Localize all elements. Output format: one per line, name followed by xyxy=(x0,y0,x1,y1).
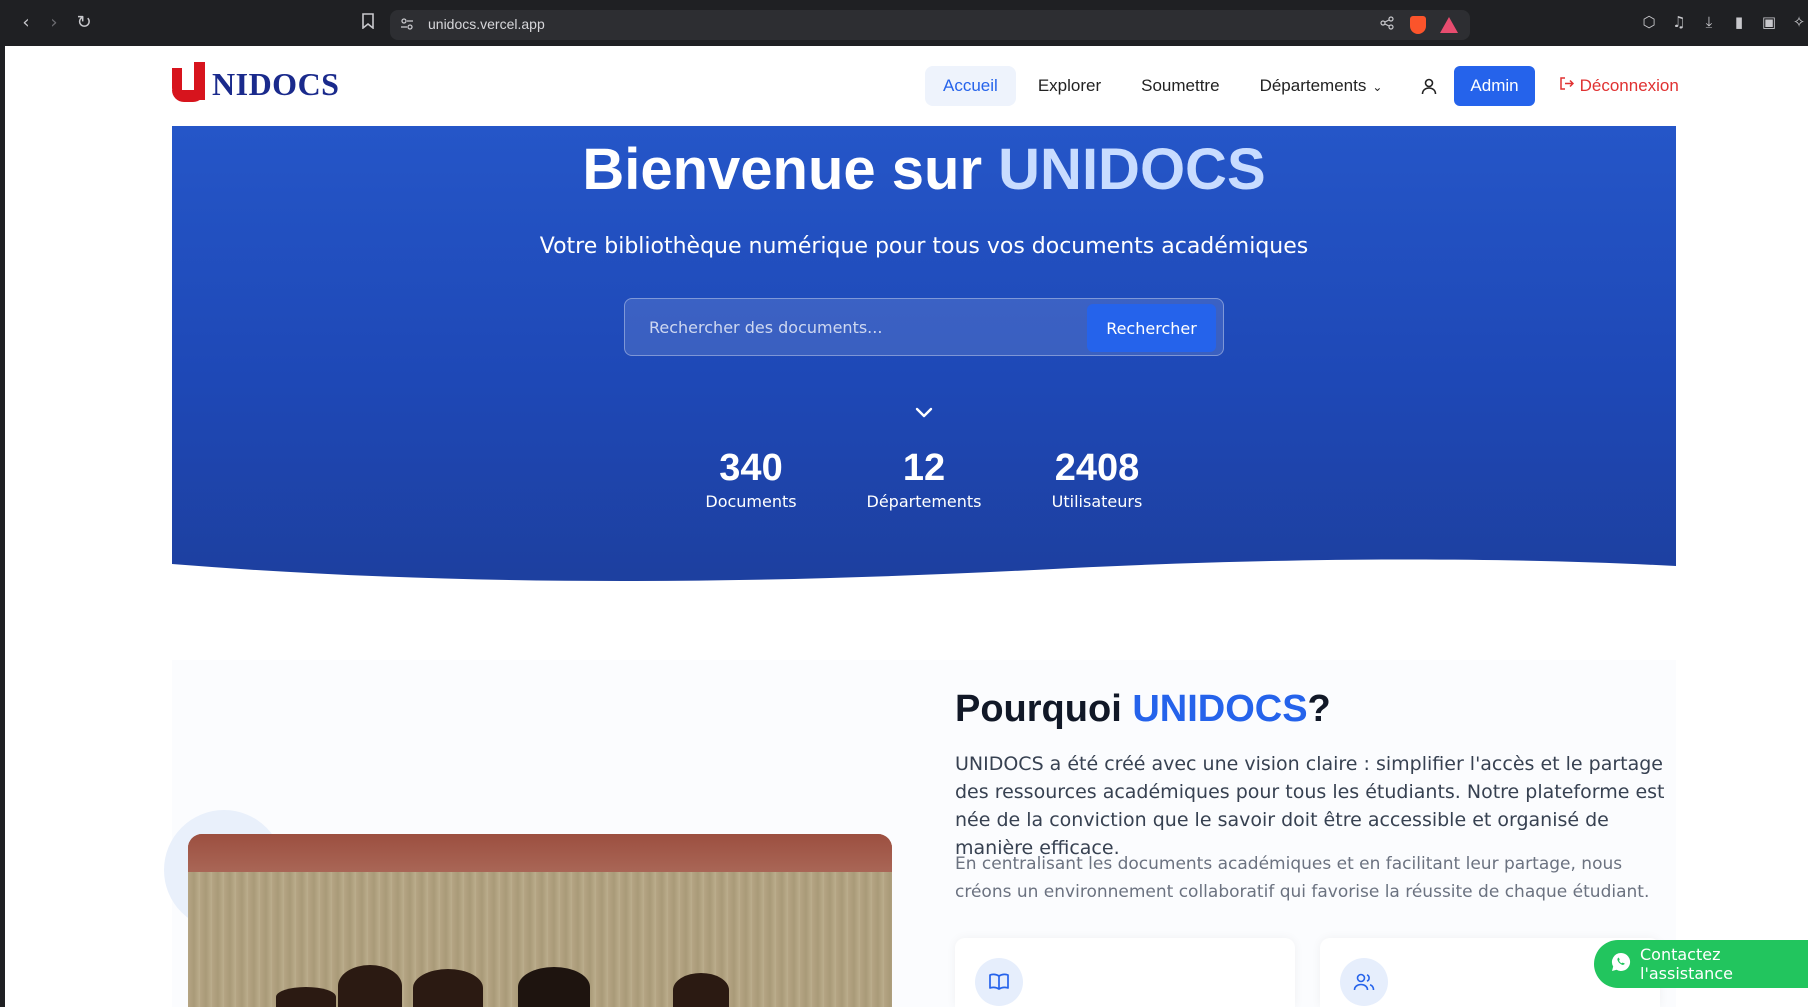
site-info-icon[interactable] xyxy=(400,17,416,33)
students-photo xyxy=(188,834,892,1007)
nav-departements-label: Départements xyxy=(1259,76,1367,95)
share-icon[interactable] xyxy=(1378,15,1396,35)
stat-label: Documents xyxy=(705,492,797,511)
stat-value: 12 xyxy=(902,447,946,489)
nav-departements[interactable]: Départements ⌄ xyxy=(1242,66,1401,106)
about-paragraph-1: UNIDOCS a été créé avec une vision clair… xyxy=(955,753,1665,859)
stat-label: Départements xyxy=(866,492,982,511)
reload-icon[interactable]: ↻ xyxy=(74,13,94,33)
users-icon xyxy=(1340,958,1388,1006)
site-header: NIDOCS Accueil Explorer Soumettre Départ… xyxy=(5,46,1808,126)
hero-section: Bienvenue sur UNIDOCS Votre bibliothèque… xyxy=(172,126,1676,592)
media-icon[interactable]: ♫ xyxy=(1670,12,1688,32)
window-edge xyxy=(0,46,5,1007)
bookmark-icon[interactable] xyxy=(358,13,378,33)
hero-title: Bienvenue sur UNIDOCS xyxy=(172,136,1676,203)
stat-value: 2408 xyxy=(1054,447,1140,489)
stat-value: 340 xyxy=(719,447,783,489)
browser-toolbar: ‹ › ↻ unidocs.vercel.app ⬡ ♫ ⤓ ▮ ▣ ✧ xyxy=(0,0,1808,46)
whatsapp-icon xyxy=(1610,951,1632,977)
stat-departements: 12 Départements xyxy=(838,446,1011,511)
about-title-prefix: Pourquoi xyxy=(955,688,1133,730)
hero-title-prefix: Bienvenue sur xyxy=(582,137,999,202)
hero-subtitle: Votre bibliothèque numérique pour tous v… xyxy=(539,234,1309,259)
url-text[interactable]: unidocs.vercel.app xyxy=(428,16,545,32)
search-button[interactable]: Rechercher xyxy=(1087,304,1216,352)
open-book-icon xyxy=(975,958,1023,1006)
about-title: Pourquoi UNIDOCS? xyxy=(955,688,1331,731)
back-icon[interactable]: ‹ xyxy=(16,13,36,33)
nav-soumettre[interactable]: Soumettre xyxy=(1123,66,1237,106)
stat-documents: 340 Documents xyxy=(665,446,838,511)
nav-explorer[interactable]: Explorer xyxy=(1020,66,1119,106)
extensions-icon[interactable]: ⬡ xyxy=(1640,12,1658,32)
about-title-accent: UNIDOCS xyxy=(1132,688,1308,730)
search-form: Rechercher xyxy=(624,298,1224,356)
contact-support-label: Contactez l'assistance xyxy=(1640,945,1733,983)
brave-rewards-icon[interactable] xyxy=(1440,17,1458,33)
sidebar-icon[interactable]: ▮ xyxy=(1730,12,1748,32)
wallet-icon[interactable]: ▣ xyxy=(1760,12,1778,32)
logo-text: NIDOCS xyxy=(212,66,340,102)
hero-title-accent: UNIDOCS xyxy=(998,137,1266,202)
forward-icon[interactable]: › xyxy=(44,13,64,33)
leo-ai-icon[interactable]: ✧ xyxy=(1790,12,1808,32)
chevron-down-icon: ⌄ xyxy=(1372,80,1383,94)
logout-label: Déconnexion xyxy=(1579,76,1679,95)
about-paragraph-2: En centralisant les documents académique… xyxy=(955,854,1650,902)
stat-label: Utilisateurs xyxy=(1051,492,1143,511)
contact-support-button[interactable]: Contactez l'assistance xyxy=(1594,940,1808,988)
address-bar[interactable]: unidocs.vercel.app xyxy=(390,10,1470,40)
user-icon[interactable] xyxy=(1414,71,1444,101)
admin-button[interactable]: Admin xyxy=(1454,66,1535,106)
feature-card-library xyxy=(955,938,1295,1007)
logo-mark xyxy=(170,62,210,104)
scroll-down-chevron-icon[interactable] xyxy=(912,400,936,424)
main-nav: Accueil Explorer Soumettre Départements ⌄… xyxy=(925,66,1679,106)
brave-shield-icon[interactable] xyxy=(1410,16,1426,34)
nav-accueil[interactable]: Accueil xyxy=(925,66,1016,106)
site-logo[interactable]: NIDOCS xyxy=(170,62,339,104)
logout-icon xyxy=(1559,76,1574,96)
logout-link[interactable]: Déconnexion xyxy=(1559,76,1679,96)
stats-row: 340 Documents 12 Départements 2408 Utili… xyxy=(172,446,1676,511)
search-input[interactable] xyxy=(635,303,1095,351)
about-title-suffix: ? xyxy=(1307,688,1331,730)
stat-utilisateurs: 2408 Utilisateurs xyxy=(1011,446,1184,511)
download-icon[interactable]: ⤓ xyxy=(1700,12,1718,32)
hero-wave xyxy=(172,559,1676,592)
